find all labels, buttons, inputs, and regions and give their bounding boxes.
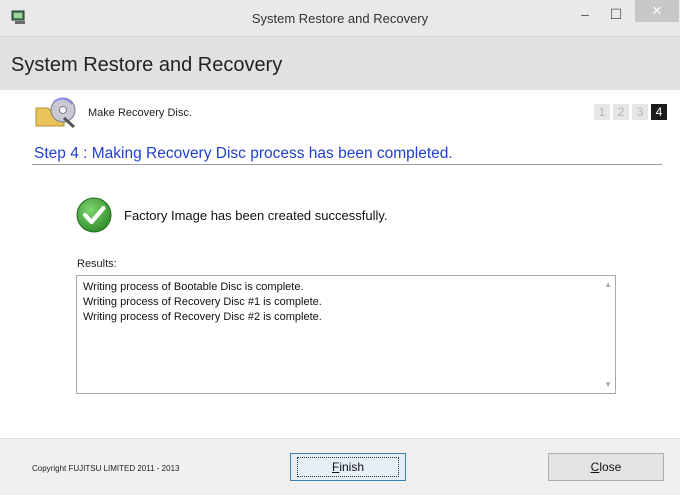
task-label: Make Recovery Disc. — [88, 107, 192, 119]
footer: Copyright FUJITSU LIMITED 2011 - 2013 Fi… — [0, 438, 680, 495]
results-label: Results: — [77, 258, 117, 270]
step-3: 3 — [632, 104, 648, 120]
result-line: Writing process of Recovery Disc #1 is c… — [83, 296, 322, 308]
close-button[interactable]: Close — [548, 453, 664, 481]
close-button-label: Close — [590, 460, 622, 474]
copyright-text: Copyright FUJITSU LIMITED 2011 - 2013 — [32, 464, 180, 473]
window-close-button[interactable]: ✕ — [635, 0, 679, 22]
minimize-button[interactable]: – — [570, 1, 600, 27]
success-message: Factory Image has been created successfu… — [124, 208, 388, 223]
finish-button-label: Finish — [296, 457, 400, 477]
title-bar: System Restore and Recovery – ☐ ✕ — [0, 0, 680, 37]
result-line: Writing process of Recovery Disc #2 is c… — [83, 311, 322, 323]
results-scrollbar[interactable]: ▲ ▼ — [598, 276, 615, 393]
page-title: System Restore and Recovery — [11, 54, 283, 76]
results-list: Writing process of Bootable Disc is comp… — [83, 280, 322, 325]
step-title: Step 4 : Making Recovery Disc process ha… — [34, 145, 453, 162]
check-icon — [76, 197, 112, 233]
step-4: 4 — [651, 104, 667, 120]
results-textbox[interactable]: Writing process of Bootable Disc is comp… — [76, 275, 616, 394]
step-2: 2 — [613, 104, 629, 120]
disc-icon — [35, 97, 76, 128]
divider — [32, 164, 662, 165]
step-indicator: 1 2 3 4 — [594, 104, 667, 120]
scroll-down-icon[interactable]: ▼ — [604, 380, 612, 389]
page-header: System Restore and Recovery — [0, 37, 680, 90]
scroll-up-icon[interactable]: ▲ — [604, 280, 612, 289]
result-line: Writing process of Bootable Disc is comp… — [83, 281, 304, 293]
maximize-button[interactable]: ☐ — [601, 1, 631, 27]
step-1: 1 — [594, 104, 610, 120]
finish-button[interactable]: Finish — [290, 453, 406, 481]
